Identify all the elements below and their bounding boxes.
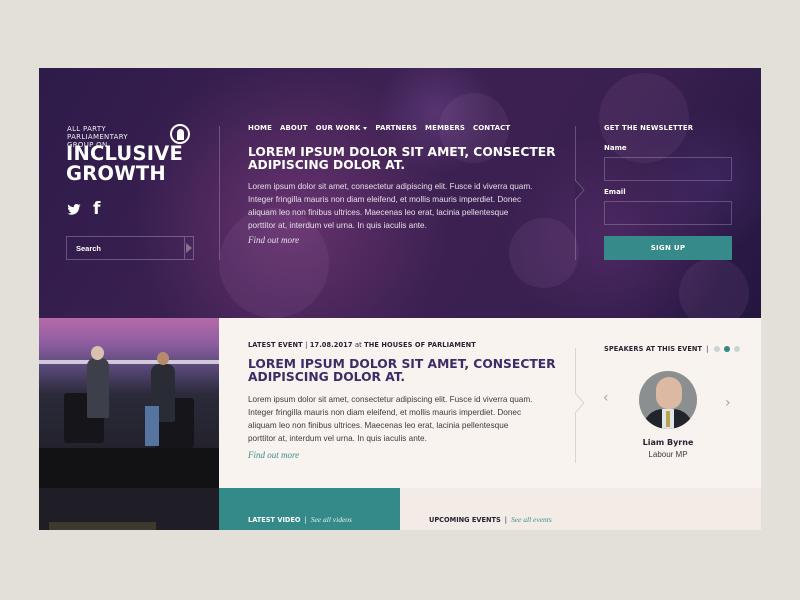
nav-item-about[interactable]: ABOUT [280,124,308,132]
brand-name-line: INCLUSIVE [66,142,183,165]
speakers-header: SPEAKERS AT THIS EVENT | [604,345,741,353]
nav-item-members[interactable]: MEMBERS [425,124,465,132]
event-venue: THE HOUSES OF PARLIAMENT [364,341,476,349]
carousel-dot[interactable] [714,346,721,352]
video-thumbnail[interactable] [39,488,219,530]
newsletter-name-input[interactable] [604,157,732,181]
upcoming-events-label: UPCOMING EVENTS [429,515,501,524]
speaker-head [157,352,169,365]
stage-floor [39,448,219,488]
latest-video-label: LATEST VIDEO [248,515,301,524]
avatar-tie [666,411,670,427]
sign-up-button[interactable]: SIGN UP [604,236,732,260]
thumbnail-detail [49,522,156,530]
arrow-right-icon [186,243,192,253]
separator: | [504,515,507,524]
carousel-dot-active[interactable] [724,346,731,352]
event-title: LOREM IPSUM DOLOR SIT AMET, CONSECTER AD… [248,357,556,384]
search-input[interactable] [67,237,184,259]
latest-event-card: LATEST EVENT | 17.08.2017 at THE HOUSES … [219,318,761,488]
search-box [66,236,194,260]
upcoming-events-card: UPCOMING EVENTS | See all events [400,488,761,530]
search-button[interactable] [184,237,193,259]
separator: | [706,345,709,353]
social-links: f [67,201,100,218]
separator: | [305,341,308,349]
event-date: 17.08.2017 [309,341,353,349]
nav-item-contact[interactable]: CONTACT [473,124,510,132]
newsletter-name-label: Name [604,144,627,152]
see-all-events-link[interactable]: See all events [511,515,552,524]
avatar-face [656,377,682,409]
main-nav: HOME ABOUT OUR WORK PARTNERS MEMBERS CON… [248,124,510,132]
speakers-title: SPEAKERS AT THIS EVENT [604,345,703,353]
brand-name[interactable]: INCLUSIVE GROWTH [66,144,183,184]
newsletter-email-label: Email [604,188,626,196]
nav-item-partners[interactable]: PARTNERS [375,124,417,132]
event-at: at [354,341,362,349]
newsletter-email-input[interactable] [604,201,732,225]
upcoming-events-header: UPCOMING EVENTS | See all events [429,515,552,524]
chevron-right-icon[interactable]: › [725,395,731,411]
twitter-icon[interactable] [67,203,81,215]
see-all-videos-link[interactable]: See all videos [311,515,352,524]
stage-light [39,360,219,364]
hero-body: Lorem ipsum dolor sit amet, consectetur … [248,182,533,230]
page: ALL PARTY PARLIAMENTARY GROUP ON INCLUSI… [39,68,761,530]
newsletter-title: GET THE NEWSLETTER [604,124,694,132]
event-label: LATEST EVENT [248,341,303,349]
logo-icon[interactable] [170,124,190,144]
brand-tagline-line: PARLIAMENTARY [67,133,128,141]
hero-section: ALL PARTY PARLIAMENTARY GROUP ON INCLUSI… [39,68,761,328]
chevron-right-icon [575,180,585,200]
hero-title: LOREM IPSUM DOLOR SIT AMET, CONSECTER AD… [248,145,556,172]
speaker-legs [145,406,159,446]
chevron-right-icon [575,393,585,413]
brand-name-line: GROWTH [66,162,166,185]
nav-item-label: OUR WORK [315,124,361,132]
speaker-avatar[interactable] [639,371,697,429]
event-photo [39,318,219,488]
speaker-figure [87,358,109,418]
latest-video-header: LATEST VIDEO | See all videos [248,515,352,524]
nav-item-home[interactable]: HOME [248,124,272,132]
event-meta: LATEST EVENT | 17.08.2017 at THE HOUSES … [248,341,476,349]
brand-tagline-line: ALL PARTY [67,125,106,133]
latest-video-card: LATEST VIDEO | See all videos [219,488,400,530]
speaker-role: Labour MP [648,450,688,459]
carousel-dot[interactable] [734,346,741,352]
separator: | [304,515,307,524]
divider [219,126,220,260]
facebook-icon[interactable]: f [93,201,100,218]
speaker-head [91,346,104,360]
event-body: Lorem ipsum dolor sit amet, consectetur … [248,395,533,443]
speaker-name[interactable]: Liam Byrne [599,438,737,447]
chevron-left-icon[interactable]: ‹ [603,390,609,406]
carousel-dots [714,346,741,352]
hero-find-out-more-link[interactable]: Find out more [248,235,299,245]
nav-item-our-work[interactable]: OUR WORK [316,124,368,132]
chevron-down-icon [363,126,368,130]
event-find-out-more-link[interactable]: Find out more [248,450,299,460]
